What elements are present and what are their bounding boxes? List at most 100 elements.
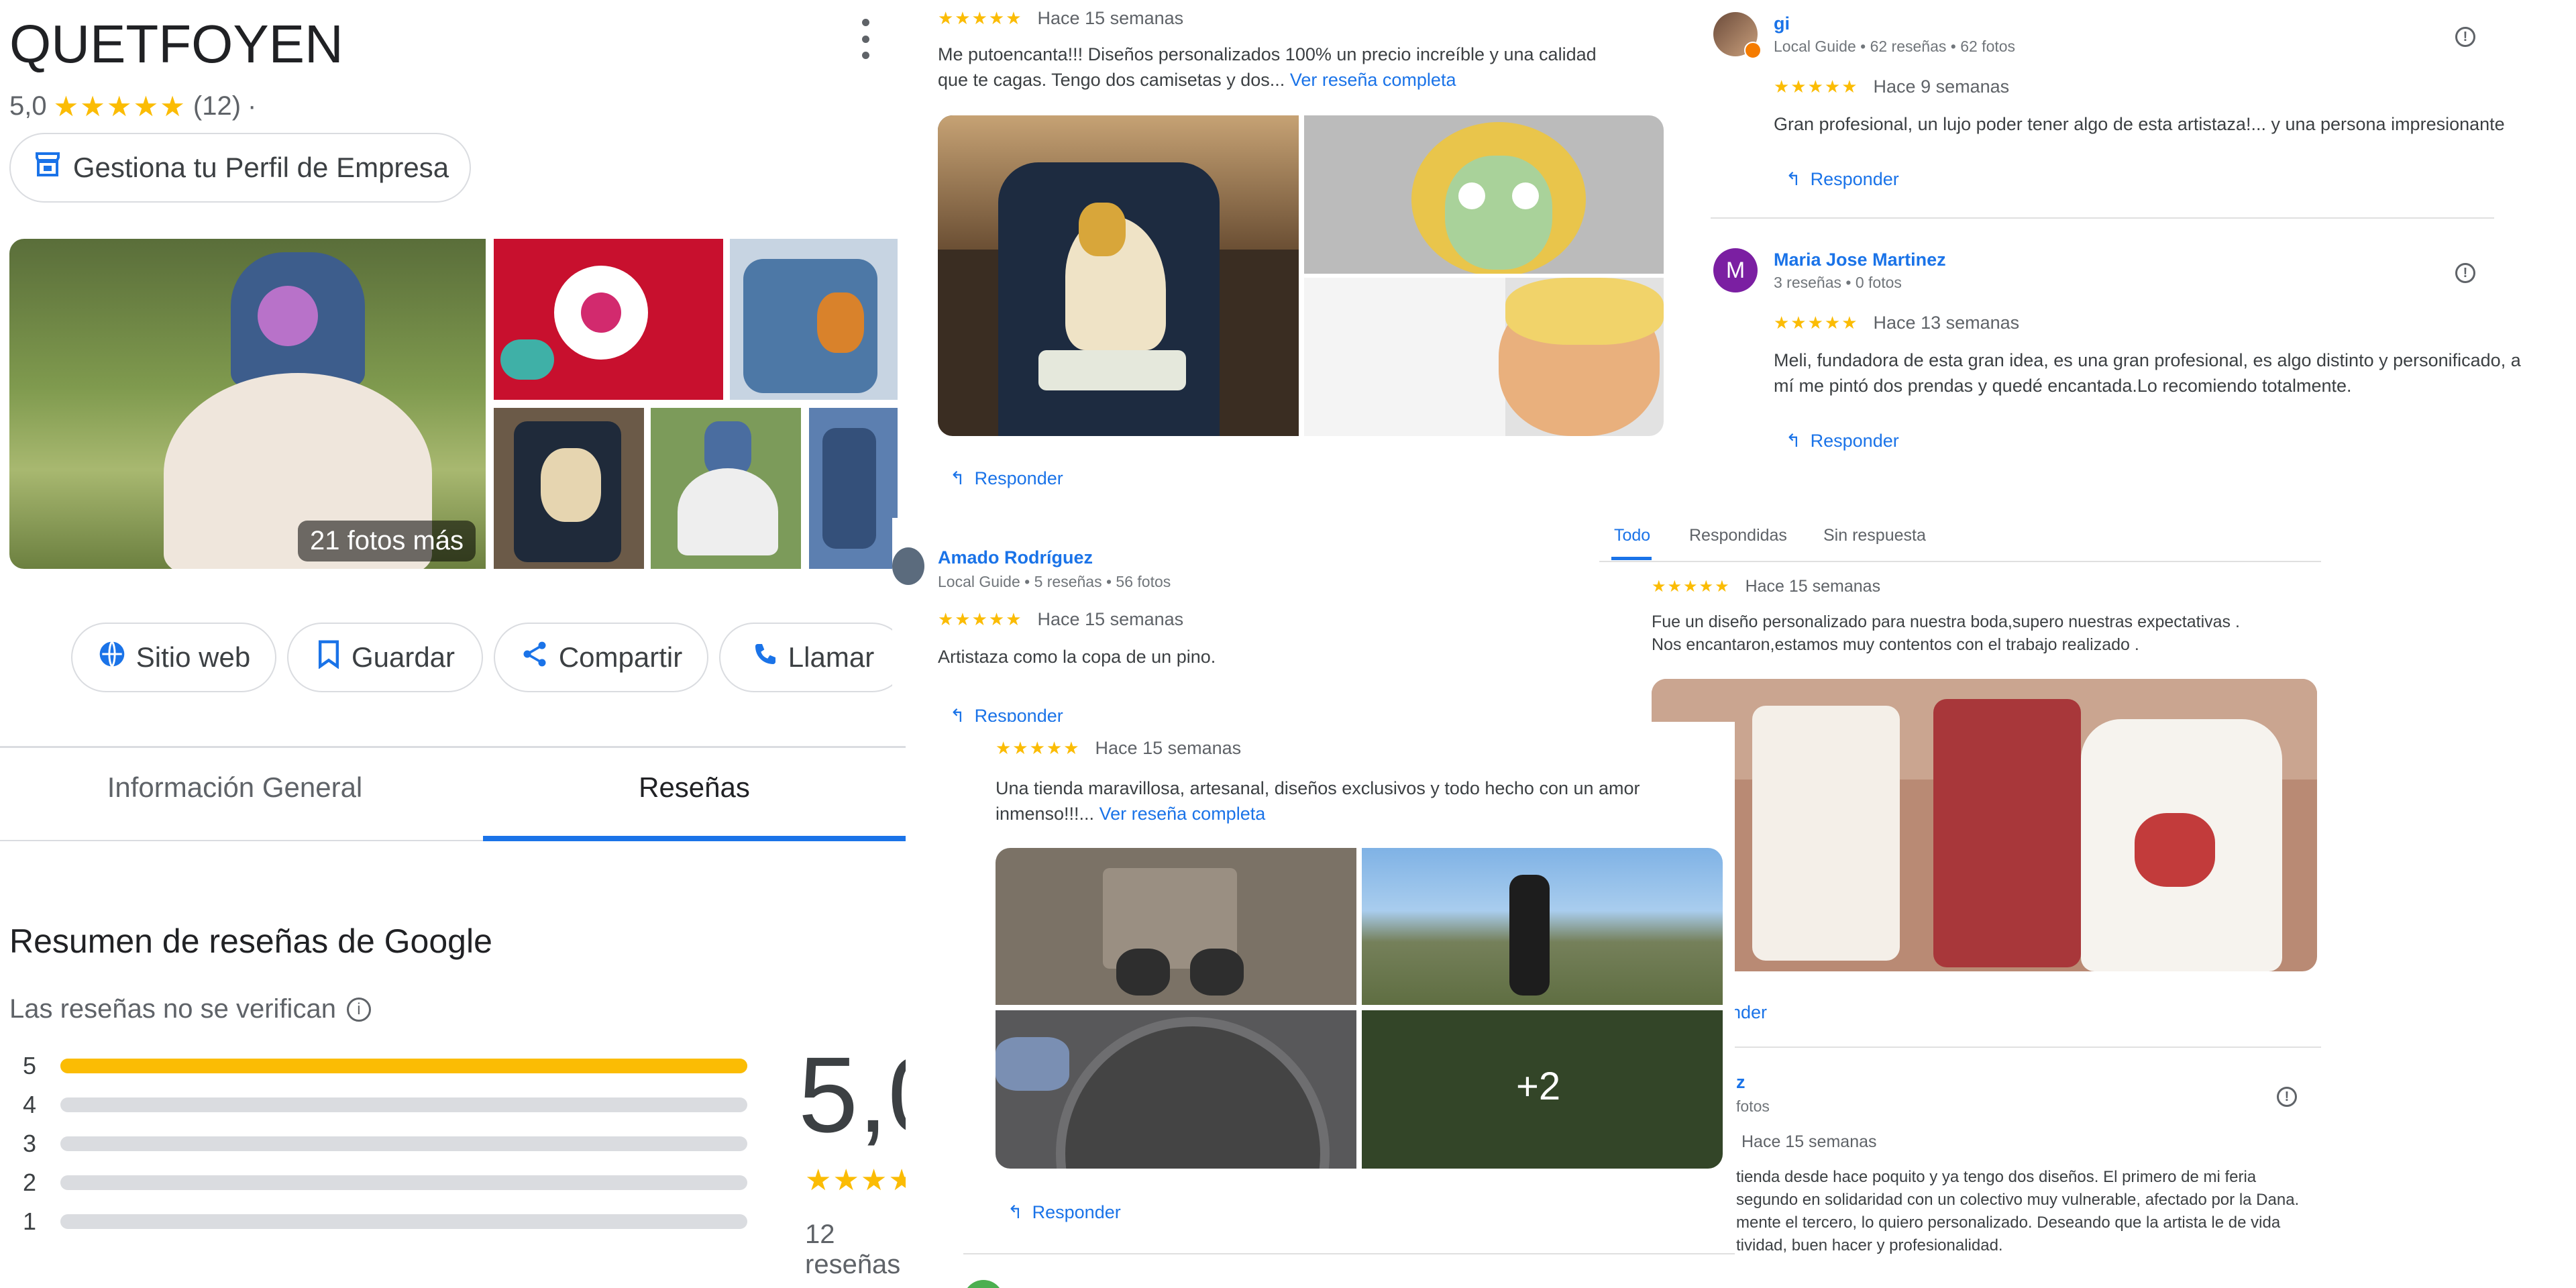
reply-label: Responder	[1810, 431, 1899, 451]
rating-line: 5,0 ★★★★★ (12) ·	[9, 90, 256, 123]
call-label: Llamar	[788, 641, 875, 673]
review-date: Hace 13 semanas	[1873, 313, 2020, 333]
filter-all[interactable]: Todo	[1614, 526, 1650, 545]
review-text: Gran profesional, un lujo poder tener al…	[1774, 114, 2505, 134]
distribution-bar-fill	[60, 1059, 747, 1073]
reply-icon: ↰	[1008, 1202, 1023, 1222]
avatar[interactable]: M	[1713, 248, 1758, 292]
review-photo[interactable]	[1304, 278, 1664, 436]
website-button[interactable]: Sitio web	[71, 623, 276, 692]
reviewer-name[interactable]: z	[1736, 1072, 1746, 1093]
photo-thumb[interactable]	[730, 239, 898, 400]
reviewer-meta: fotos	[1736, 1097, 1770, 1115]
manage-profile-button[interactable]: Gestiona tu Perfil de Empresa	[9, 133, 471, 203]
call-button[interactable]: Llamar	[719, 623, 906, 692]
divider	[963, 1253, 1735, 1254]
divider	[1599, 561, 2321, 562]
review-body: Me putoencanta!!! Diseños personalizados…	[938, 44, 1597, 90]
distribution-row-label: 2	[23, 1169, 37, 1196]
reviewer-meta: Local Guide • 5 reseñas • 56 fotos	[938, 573, 1171, 590]
reply-label: Responder	[974, 468, 1063, 488]
distribution-row-label: 4	[23, 1091, 37, 1118]
info-icon[interactable]: i	[346, 997, 371, 1022]
review-stars: ★★★★★	[996, 738, 1081, 758]
save-button[interactable]: Guardar	[287, 623, 483, 692]
storefront-icon	[32, 148, 64, 187]
reply-button[interactable]: nder	[1731, 1002, 1767, 1023]
tab-reviews[interactable]: Reseñas	[483, 771, 906, 804]
photo-thumb[interactable]	[494, 239, 723, 400]
review-text: Me putoencanta!!! Diseños personalizados…	[938, 42, 1629, 93]
avatar[interactable]	[892, 547, 924, 585]
extra-photos-count: +2	[1516, 1065, 1561, 1108]
reply-label: nder	[1731, 1002, 1768, 1022]
summary-total[interactable]: 12 reseñas	[805, 1220, 906, 1280]
manage-profile-label: Gestiona tu Perfil de Empresa	[72, 152, 449, 183]
review-photo[interactable]	[996, 848, 1356, 1005]
tab-general[interactable]: Información General	[0, 771, 470, 804]
tab-divider-top	[0, 746, 906, 748]
reviewer-name[interactable]: gi	[1774, 13, 1790, 34]
business-name: QUETFOYEN	[9, 14, 343, 74]
phone-icon	[752, 641, 779, 674]
filter-answered-label: Respondidas	[1689, 526, 1787, 545]
reply-button[interactable]: ↰ Responder	[1786, 431, 1899, 451]
reply-label: Responder	[1810, 169, 1899, 189]
review-text: Una tienda maravillosa, artesanal, diseñ…	[996, 775, 1666, 826]
review-header: ★★★★★ Hace 15 semanas	[1652, 577, 1880, 596]
review-photo[interactable]	[1304, 115, 1664, 274]
reviewer-name[interactable]: Amado Rodríguez	[938, 547, 1093, 568]
distribution-row-label: 1	[23, 1208, 37, 1235]
filter-all-label: Todo	[1614, 526, 1651, 545]
report-icon[interactable]: !	[2277, 1087, 2297, 1107]
review-date: Hace 15 semanas	[1745, 577, 1881, 596]
disclaimer-line: Las reseñas no se verifican i	[9, 994, 371, 1024]
filter-unanswered[interactable]: Sin respuesta	[1823, 526, 1926, 545]
review-date: Hace 15 semanas	[1037, 609, 1184, 629]
review-stars: ★★★★★	[938, 8, 1023, 28]
local-guide-badge	[1744, 42, 1762, 59]
business-panel: QUETFOYEN 5,0 ★★★★★ (12) · Gestiona tu P…	[0, 0, 906, 1288]
filter-answered[interactable]: Respondidas	[1689, 526, 1787, 545]
review-card: gi Local Guide • 62 reseñas • 62 fotos !…	[1711, 0, 2576, 221]
review-photo[interactable]	[996, 1010, 1356, 1169]
report-icon[interactable]: !	[2455, 27, 2475, 47]
review-photo[interactable]	[1652, 679, 2317, 971]
tab-active-indicator	[483, 836, 906, 841]
rating-stars: ★★★★★	[53, 91, 186, 122]
share-icon	[520, 639, 549, 676]
photo-thumb[interactable]	[651, 408, 801, 569]
avatar	[963, 1280, 1004, 1288]
reply-icon: ↰	[950, 468, 965, 488]
photo-thumb[interactable]	[494, 408, 644, 569]
main-photo[interactable]: 21 fotos más	[9, 239, 486, 569]
review-date: Hace 9 semanas	[1873, 76, 2010, 97]
more-photos-overlay[interactable]: 21 fotos más	[298, 521, 476, 561]
read-more-link[interactable]: Ver reseña completa	[1099, 804, 1266, 824]
rating-value: 5,0	[9, 91, 47, 121]
review-filters: Todo Respondidas Sin respuesta	[1599, 517, 2321, 565]
review-photo[interactable]	[938, 115, 1299, 436]
share-button[interactable]: Compartir	[494, 623, 708, 692]
review-header: ★★★★★ Hace 15 semanas	[938, 8, 1183, 29]
read-more-link[interactable]: Ver reseña completa	[1290, 70, 1456, 90]
tab-reviews-label: Reseñas	[639, 771, 750, 803]
review-text: Meli, fundadora de esta gran idea, es un…	[1774, 350, 2521, 396]
reply-button[interactable]: ↰ Responder	[950, 468, 1063, 489]
reply-button[interactable]: ↰ Responder	[1008, 1202, 1121, 1223]
review-photo[interactable]	[1362, 848, 1723, 1005]
more-options-icon[interactable]	[859, 19, 872, 59]
rating-count[interactable]: (12)	[193, 91, 241, 121]
photo-thumb[interactable]	[809, 408, 898, 569]
review-card: ★★★★★ Hace 15 semanas Una tienda maravil…	[963, 722, 1735, 1288]
bookmark-icon	[315, 639, 342, 676]
report-icon[interactable]: !	[2455, 263, 2475, 283]
reviewer-name[interactable]: Maria Jose Martinez	[1774, 250, 1946, 270]
review-body: Una tienda maravillosa, artesanal, diseñ…	[996, 778, 1640, 824]
reply-button[interactable]: ↰ Responder	[1786, 169, 1899, 190]
review-photo[interactable]: +2	[1362, 1010, 1723, 1169]
review-text: tienda desde hace poquito y ya tengo dos…	[1736, 1168, 2300, 1254]
review-card: Amado Rodríguez Local Guide • 5 reseñas …	[892, 518, 1623, 726]
review-stars: ★★★★★	[938, 609, 1023, 629]
review-header: ★★★★★ Hace 9 semanas	[1774, 76, 2009, 97]
